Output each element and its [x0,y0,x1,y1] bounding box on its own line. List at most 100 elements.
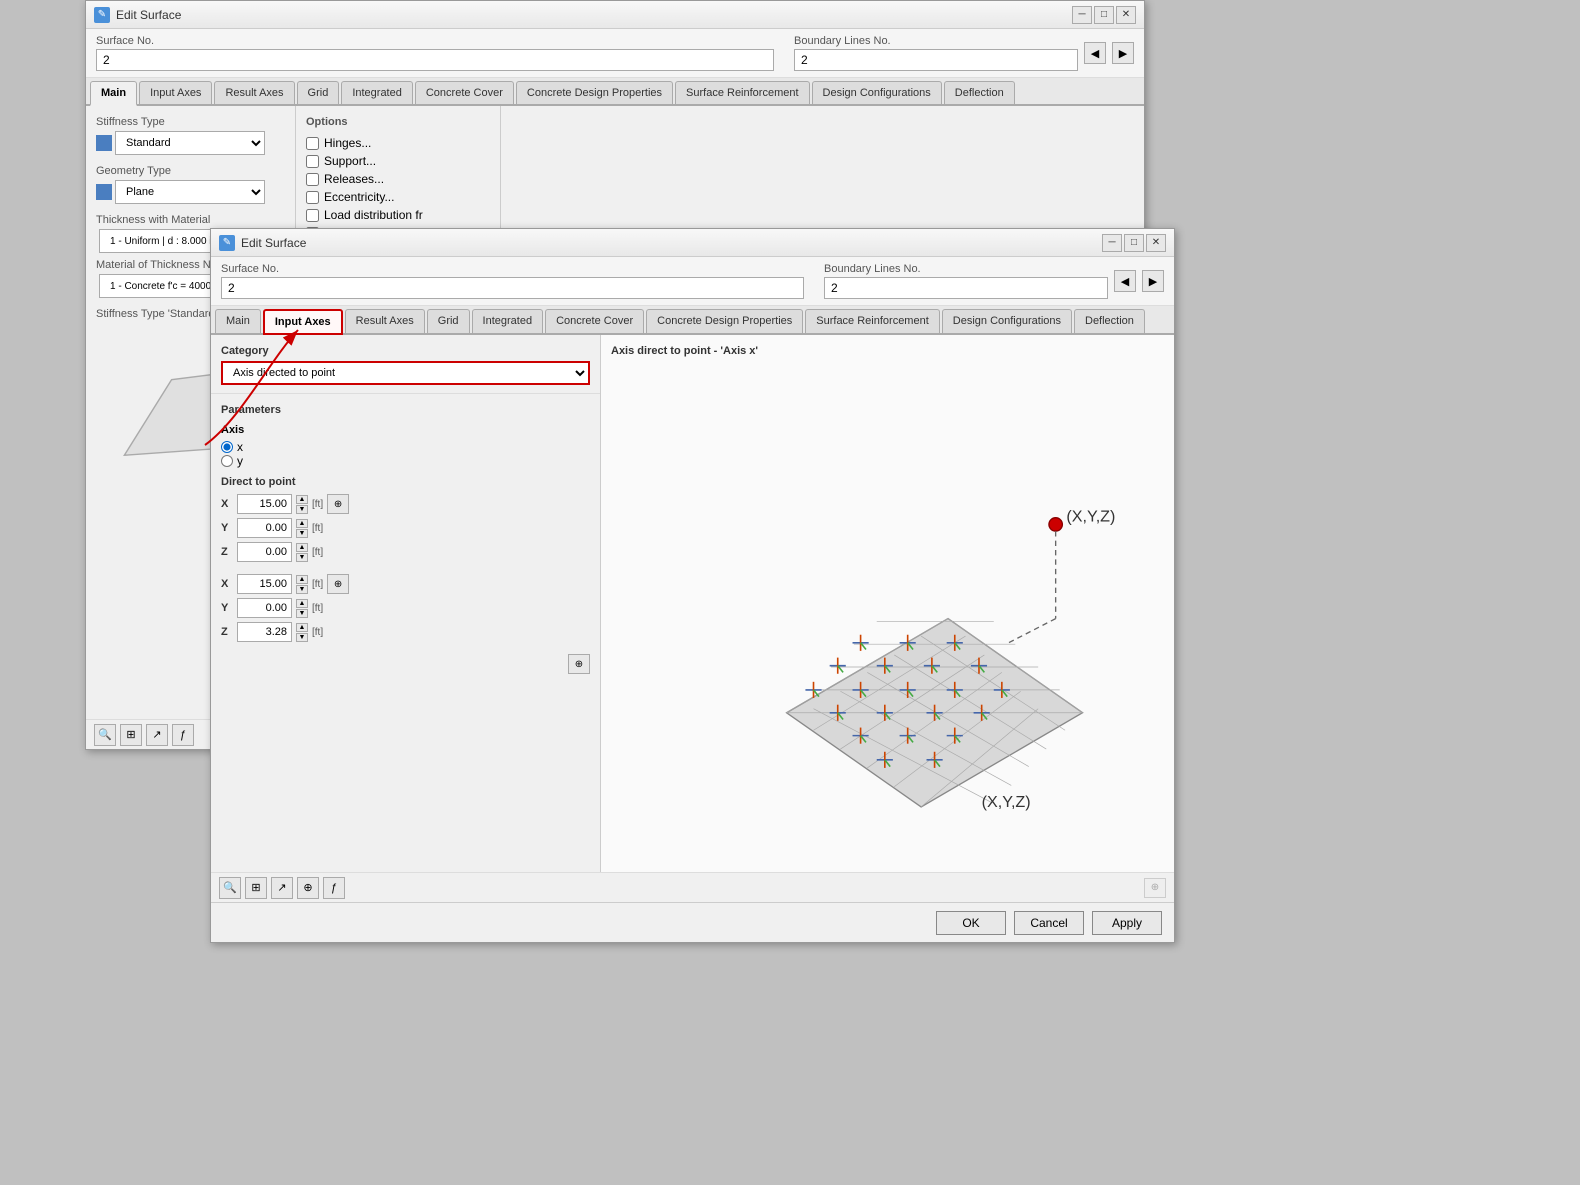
fg-coord-y1-down[interactable]: ▼ [296,529,308,538]
bg-tab-input-axes[interactable]: Input Axes [139,81,212,104]
fg-coord-z1-row: Z ▲ ▼ [ft] [221,542,590,562]
fg-cancel-button[interactable]: Cancel [1014,911,1084,935]
fg-coord-y2-up[interactable]: ▲ [296,599,308,608]
fg-coord-x2-up[interactable]: ▲ [296,575,308,584]
bg-boundary-input[interactable] [794,49,1078,71]
bg-loaddist-checkbox[interactable] [306,209,319,222]
fg-minimize-btn[interactable]: ─ [1102,234,1122,252]
fg-coord-x2-btn[interactable]: ⊕ [327,574,349,594]
fg-coord-y1-spin: ▲ ▼ [296,519,308,538]
fg-dialog-footer: OK Cancel Apply [211,902,1174,942]
fg-params-title: Parameters [221,404,590,416]
bg-tool-arrow[interactable]: ↗ [146,724,168,746]
bg-maximize-btn[interactable]: □ [1094,6,1114,24]
bg-hinges-checkbox[interactable] [306,137,319,150]
fg-nav-prev[interactable]: ◀ [1114,270,1136,292]
fg-tab-design-config[interactable]: Design Configurations [942,309,1072,333]
fg-coord-x2-down[interactable]: ▼ [296,585,308,594]
bg-geometry-icon [96,184,112,200]
bg-tab-integrated[interactable]: Integrated [341,81,413,104]
fg-tab-main[interactable]: Main [215,309,261,333]
bg-tab-grid[interactable]: Grid [297,81,340,104]
fg-tool-grid[interactable]: ⊞ [245,877,267,899]
bg-surface-input[interactable] [96,49,774,71]
fg-tab-deflection[interactable]: Deflection [1074,309,1145,333]
fg-coord-y1-unit: [ft] [312,523,323,534]
bg-tab-reinforcement[interactable]: Surface Reinforcement [675,81,810,104]
fg-window-controls: ─ □ ✕ [1102,234,1166,252]
fg-tool-search[interactable]: 🔍 [219,877,241,899]
fg-params-section: Parameters Axis x y Direct to point [211,394,600,876]
fg-tab-concrete-cover[interactable]: Concrete Cover [545,309,644,333]
fg-maximize-btn[interactable]: □ [1124,234,1144,252]
fg-coord-z2-input[interactable] [237,622,292,642]
fg-coord-z2-spin: ▲ ▼ [296,623,308,642]
fg-coord-x2-input[interactable] [237,574,292,594]
bg-tool-function[interactable]: ƒ [172,724,194,746]
fg-coord-y1-up[interactable]: ▲ [296,519,308,528]
fg-ok-button[interactable]: OK [936,911,1006,935]
fg-axis-y-radio[interactable] [221,455,233,467]
bg-window-controls: ─ □ ✕ [1072,6,1136,24]
fg-coord-x2-unit: [ft] [312,579,323,590]
fg-tab-integrated[interactable]: Integrated [472,309,544,333]
bg-tool-grid[interactable]: ⊞ [120,724,142,746]
fg-tool-axis[interactable]: ⊕ [297,877,319,899]
bg-nav-prev[interactable]: ◀ [1084,42,1106,64]
bg-option-releases: Releases... [306,170,490,188]
fg-coord-z1-input[interactable] [237,542,292,562]
fg-coord-x1-input[interactable] [237,494,292,514]
bg-releases-checkbox[interactable] [306,173,319,186]
fg-tool-function[interactable]: ƒ [323,877,345,899]
bg-option-support: Support... [306,152,490,170]
fg-coord-x1-btn[interactable]: ⊕ [327,494,349,514]
fg-coord-y2-down[interactable]: ▼ [296,609,308,618]
bg-tab-main[interactable]: Main [90,81,137,106]
bg-geometry-select[interactable]: Plane [115,180,265,204]
fg-tab-input-axes[interactable]: Input Axes [263,309,343,335]
bg-eccentricity-checkbox[interactable] [306,191,319,204]
bg-hinges-label: Hinges... [324,136,371,150]
bg-tab-design-config[interactable]: Design Configurations [812,81,942,104]
bg-stiffness-select[interactable]: Standard [115,131,265,155]
fg-surface-input[interactable] [221,277,804,299]
fg-tab-design-props[interactable]: Concrete Design Properties [646,309,803,333]
fg-tab-reinforcement[interactable]: Surface Reinforcement [805,309,940,333]
fg-coord-x1-down[interactable]: ▼ [296,505,308,514]
fg-coord-z1-label: Z [221,546,233,558]
bg-tab-design-props[interactable]: Concrete Design Properties [516,81,673,104]
fg-coord-z2-up[interactable]: ▲ [296,623,308,632]
fg-extra-btn[interactable]: ⊕ [568,654,590,674]
fg-coord-y1-input[interactable] [237,518,292,538]
fg-apply-button[interactable]: Apply [1092,911,1162,935]
fg-boundary-input[interactable] [824,277,1108,299]
bg-tab-result-axes[interactable]: Result Axes [214,81,294,104]
fg-tool-extra[interactable]: ⊕ [1144,878,1166,898]
bg-tool-search[interactable]: 🔍 [94,724,116,746]
svg-text:(X,Y,Z): (X,Y,Z) [982,793,1031,811]
bg-tab-deflection[interactable]: Deflection [944,81,1015,104]
bg-stiffness-group: Stiffness Type Standard [96,116,285,155]
fg-coord-x2-spin: ▲ ▼ [296,575,308,594]
fg-tab-result-axes[interactable]: Result Axes [345,309,425,333]
fg-coord-z1-up[interactable]: ▲ [296,543,308,552]
bg-minimize-btn[interactable]: ─ [1072,6,1092,24]
fg-coord-x1-up[interactable]: ▲ [296,495,308,504]
bg-support-checkbox[interactable] [306,155,319,168]
bg-boundary-inner: Boundary Lines No. [794,35,1078,71]
bg-stiffness-select-row: Standard [96,131,285,155]
bg-close-btn[interactable]: ✕ [1116,6,1136,24]
fg-title-bar: ✎ Edit Surface ─ □ ✕ [211,229,1174,257]
fg-coord-y2-input[interactable] [237,598,292,618]
fg-nav-next[interactable]: ▶ [1142,270,1164,292]
fg-coord-z2-row: Z ▲ ▼ [ft] [221,622,590,642]
fg-tool-arrow[interactable]: ↗ [271,877,293,899]
fg-close-btn[interactable]: ✕ [1146,234,1166,252]
fg-axis-x-radio[interactable] [221,441,233,453]
bg-tab-concrete-cover[interactable]: Concrete Cover [415,81,514,104]
fg-coord-z2-down[interactable]: ▼ [296,633,308,642]
fg-tab-grid[interactable]: Grid [427,309,470,333]
fg-coord-z1-down[interactable]: ▼ [296,553,308,562]
bg-nav-next[interactable]: ▶ [1112,42,1134,64]
fg-category-select[interactable]: Axis directed to point [221,361,590,385]
